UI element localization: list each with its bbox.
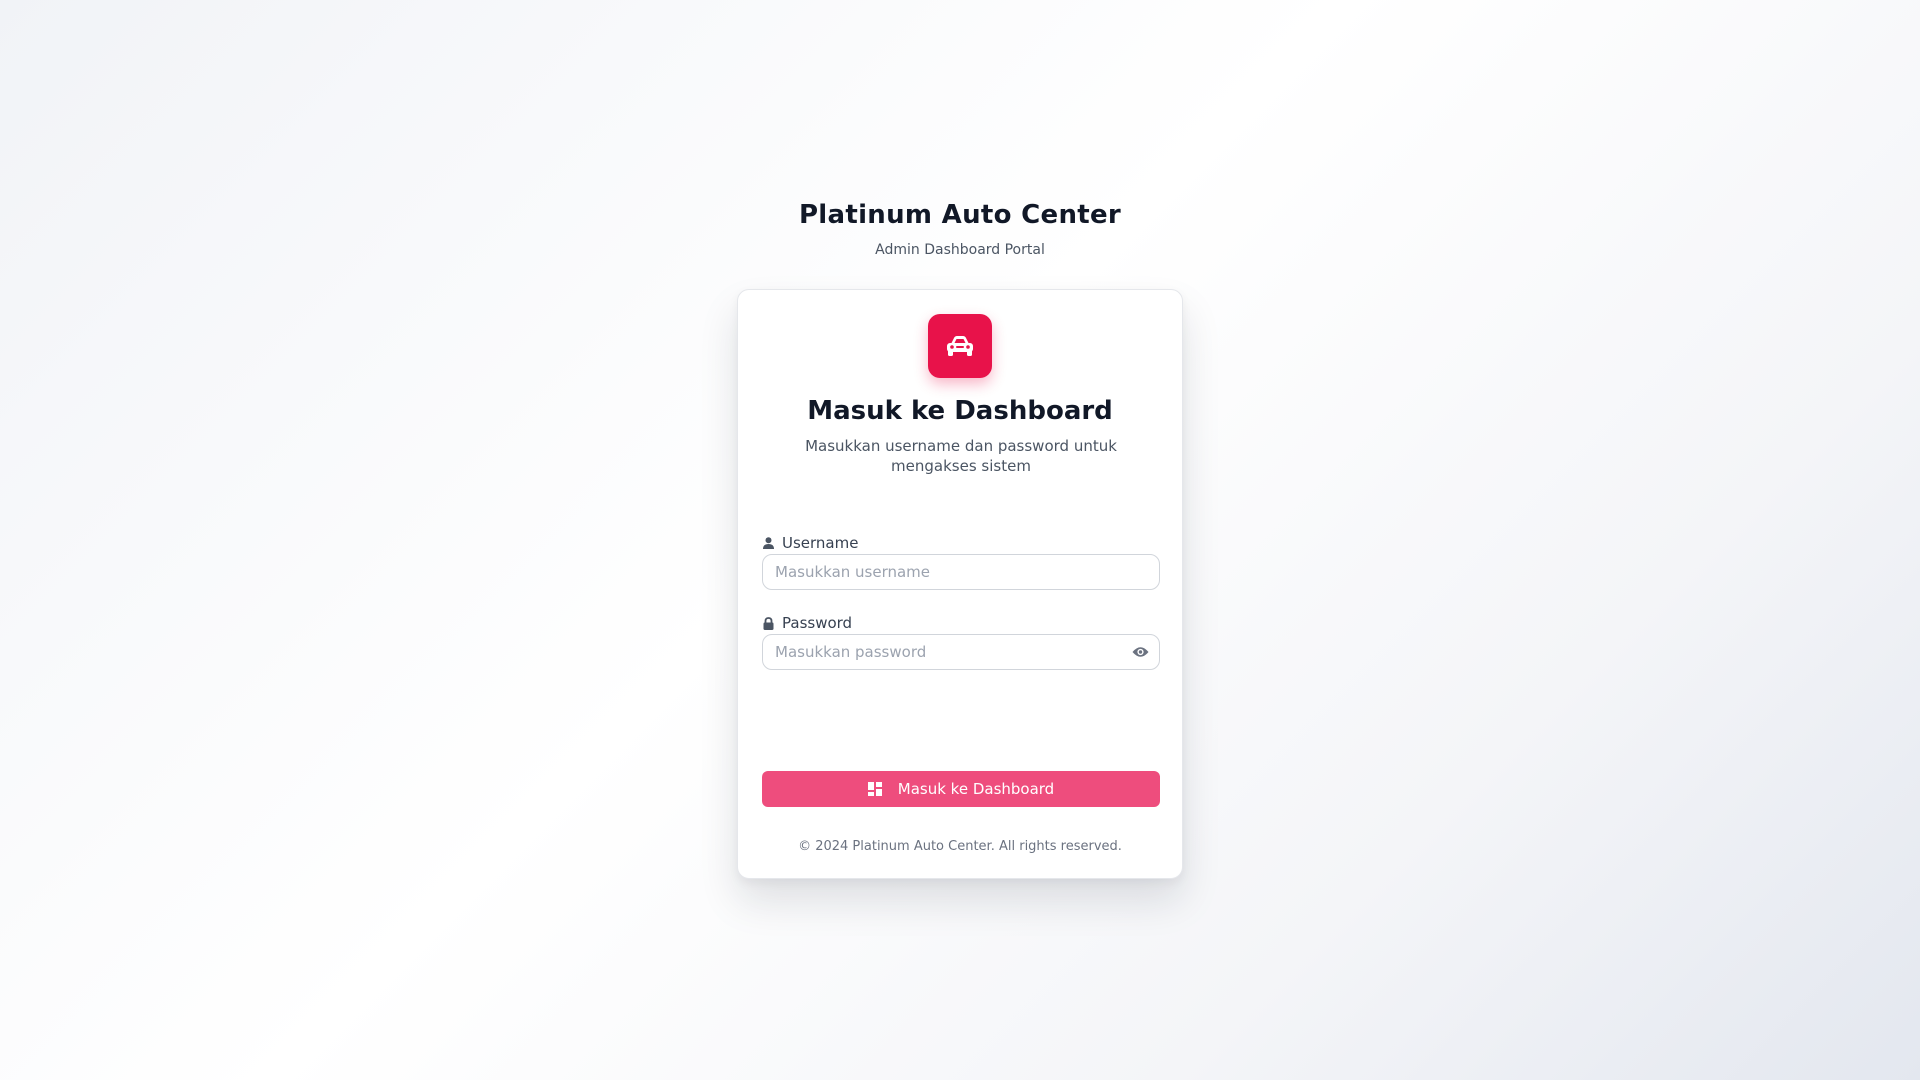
- username-field-wrapper: [762, 554, 1160, 590]
- username-label-text: Username: [782, 534, 859, 552]
- login-submit-button[interactable]: Masuk ke Dashboard: [762, 771, 1160, 807]
- user-icon: [762, 536, 774, 550]
- card-title: Masuk ke Dashboard: [807, 396, 1113, 426]
- password-field-wrapper: [762, 634, 1160, 670]
- login-submit-label: Masuk ke Dashboard: [897, 780, 1055, 798]
- eye-icon[interactable]: [1131, 644, 1149, 660]
- copyright-text: © 2024 Platinum Auto Center. All rights …: [798, 839, 1122, 854]
- app-title: Platinum Auto Center: [798, 200, 1122, 230]
- card-description: Masukkan username dan password untuk men…: [805, 437, 1117, 475]
- page-header: Platinum Auto Center Admin Dashboard Por…: [0, 197, 1920, 259]
- username-label: Username: [762, 534, 858, 552]
- username-input[interactable]: [763, 555, 1115, 589]
- login-card: Masuk ke Dashboard Masukkan username dan…: [737, 289, 1183, 879]
- dashboard-icon: [867, 782, 882, 796]
- lock-icon: [762, 616, 774, 630]
- password-label: Password: [762, 614, 852, 632]
- logo-badge: [928, 314, 992, 378]
- password-input[interactable]: [763, 635, 1115, 669]
- app-subtitle: Admin Dashboard Portal: [875, 242, 1045, 258]
- password-label-text: Password: [782, 614, 853, 632]
- car-icon: [945, 335, 975, 357]
